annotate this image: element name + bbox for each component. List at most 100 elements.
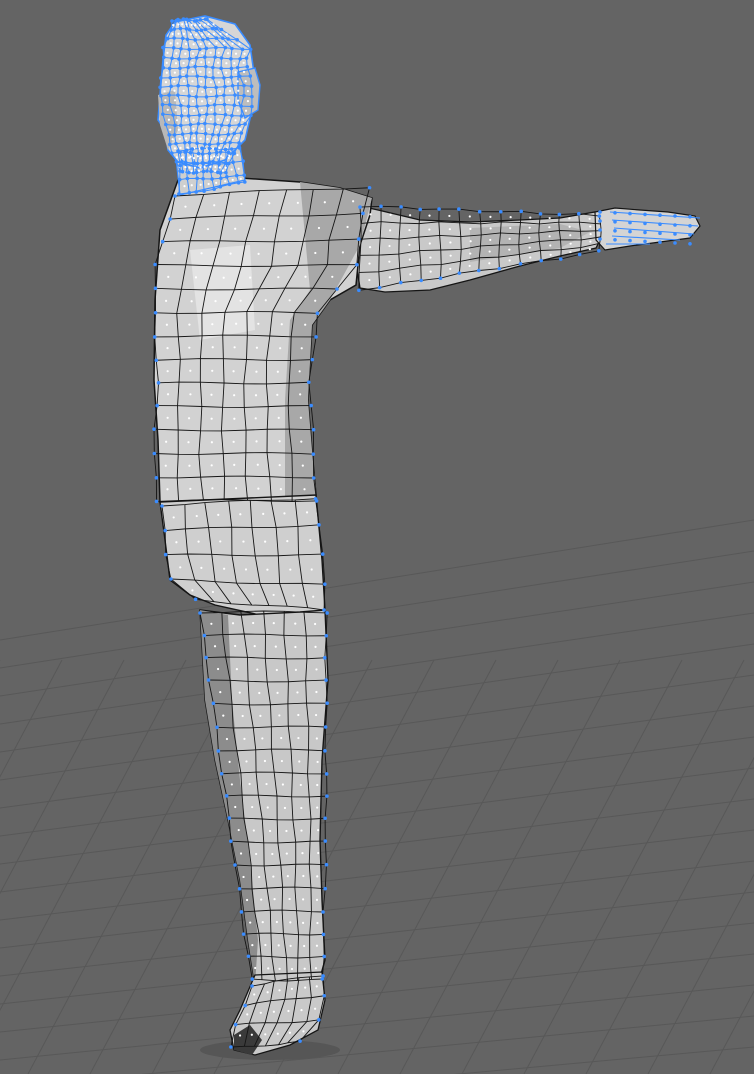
face-center-dot bbox=[233, 346, 236, 349]
selected-vertex bbox=[201, 37, 205, 42]
face-center-dot bbox=[230, 128, 233, 131]
face-center-dot bbox=[246, 100, 250, 103]
face-center-dot bbox=[182, 89, 185, 92]
face-center-dot bbox=[184, 128, 188, 131]
selected-vertex bbox=[184, 148, 189, 153]
face-center-dot bbox=[279, 488, 283, 491]
selected-vertex bbox=[239, 131, 244, 135]
face-center-dot bbox=[265, 782, 268, 786]
face-center-dot bbox=[314, 645, 317, 649]
face-center-dot bbox=[368, 278, 371, 282]
face-center-dot bbox=[388, 229, 392, 232]
face-center-dot bbox=[214, 300, 217, 303]
face-center-dot bbox=[246, 1013, 249, 1016]
face-center-dot bbox=[278, 714, 281, 717]
selected-vertex bbox=[213, 147, 218, 151]
selected-vertex bbox=[628, 211, 632, 216]
face-center-dot bbox=[212, 23, 215, 26]
face-center-dot bbox=[225, 737, 229, 741]
face-center-dot bbox=[218, 108, 222, 111]
selected-vertex bbox=[311, 476, 316, 480]
selected-vertex bbox=[233, 1022, 238, 1027]
selected-vertex bbox=[218, 184, 223, 189]
selected-vertex bbox=[598, 210, 602, 214]
face-center-dot bbox=[290, 227, 293, 230]
face-center-dot bbox=[177, 23, 180, 26]
selected-vertex bbox=[203, 55, 207, 59]
face-center-dot bbox=[287, 1009, 290, 1013]
face-center-dot bbox=[200, 61, 203, 64]
face-center-dot bbox=[549, 244, 552, 247]
face-center-dot bbox=[169, 128, 172, 131]
face-center-dot bbox=[230, 168, 233, 171]
face-center-dot bbox=[188, 166, 191, 169]
face-center-dot bbox=[173, 147, 177, 150]
viewport-canvas[interactable] bbox=[0, 0, 754, 1074]
selected-vertex bbox=[164, 122, 168, 127]
selected-vertex bbox=[229, 57, 233, 61]
face-center-dot bbox=[296, 691, 299, 694]
face-center-dot bbox=[243, 737, 246, 741]
face-center-dot bbox=[210, 108, 213, 111]
selected-vertex bbox=[246, 954, 251, 959]
face-center-dot bbox=[227, 156, 230, 160]
selected-vertex bbox=[658, 240, 662, 244]
face-center-dot bbox=[297, 713, 300, 717]
selected-vertex bbox=[195, 74, 200, 78]
selected-vertex bbox=[232, 103, 237, 108]
face-center-dot bbox=[228, 154, 231, 157]
face-center-dot bbox=[208, 42, 211, 45]
face-center-dot bbox=[253, 645, 256, 648]
selected-vertex bbox=[324, 862, 329, 867]
selected-vertex bbox=[210, 177, 214, 181]
selected-vertex bbox=[180, 159, 184, 164]
selected-vertex bbox=[203, 121, 207, 126]
selected-vertex bbox=[613, 229, 617, 233]
selected-vertex bbox=[169, 84, 173, 89]
selected-vertex bbox=[194, 131, 199, 135]
selected-vertex bbox=[688, 233, 692, 237]
face-center-dot bbox=[315, 690, 318, 694]
face-center-dot bbox=[175, 119, 179, 122]
face-center-dot bbox=[299, 783, 302, 787]
face-center-dot bbox=[369, 229, 372, 232]
selected-vertex bbox=[185, 37, 190, 42]
selected-vertex bbox=[223, 84, 227, 89]
face-center-dot bbox=[245, 898, 249, 902]
face-center-dot bbox=[264, 943, 267, 947]
face-center-dot bbox=[167, 118, 171, 121]
selected-vertex bbox=[577, 252, 582, 257]
face-center-dot bbox=[194, 276, 198, 279]
face-center-dot bbox=[388, 260, 391, 263]
face-center-dot bbox=[217, 118, 220, 121]
face-center-dot bbox=[219, 540, 222, 543]
selected-vertex bbox=[178, 66, 182, 71]
face-center-dot bbox=[236, 80, 239, 83]
face-center-dot bbox=[215, 42, 218, 45]
selected-vertex bbox=[203, 27, 208, 32]
selected-vertex bbox=[613, 220, 617, 224]
face-center-dot bbox=[266, 806, 269, 809]
face-center-dot bbox=[258, 691, 261, 695]
selected-vertex bbox=[335, 287, 339, 291]
face-center-dot bbox=[280, 736, 283, 740]
face-center-dot bbox=[188, 464, 191, 467]
selected-vertex bbox=[211, 701, 216, 706]
face-center-dot bbox=[468, 215, 471, 218]
selected-vertex bbox=[187, 56, 192, 61]
selected-vertex bbox=[168, 217, 172, 221]
selected-vertex bbox=[237, 887, 242, 891]
selected-vertex bbox=[322, 993, 327, 998]
face-center-dot bbox=[184, 52, 187, 55]
face-center-dot bbox=[209, 118, 212, 121]
3d-viewport[interactable] bbox=[0, 0, 754, 1074]
selected-vertex bbox=[167, 66, 172, 71]
selected-vertex bbox=[214, 45, 218, 50]
face-center-dot bbox=[316, 921, 319, 925]
face-center-dot bbox=[299, 416, 303, 419]
selected-vertex bbox=[159, 94, 163, 98]
face-center-dot bbox=[173, 252, 176, 255]
face-center-dot bbox=[280, 759, 284, 763]
face-center-dot bbox=[488, 250, 491, 253]
selected-vertex bbox=[242, 93, 246, 98]
